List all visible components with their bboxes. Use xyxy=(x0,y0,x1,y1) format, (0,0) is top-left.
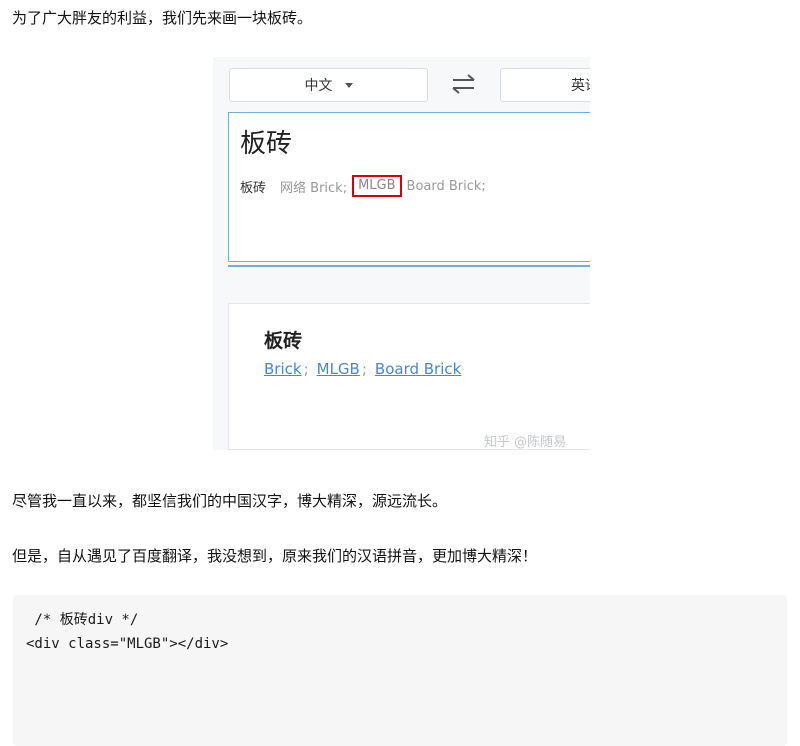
suggestion-prefix: 网络 Brick; xyxy=(280,180,348,196)
result-link-brick[interactable]: Brick xyxy=(264,360,302,378)
suggestion-suffix: Board Brick; xyxy=(406,178,486,194)
body-paragraph-2: 但是，自从遇见了百度翻译，我没想到，原来我们的汉语拼音，更加博大精深！ xyxy=(12,547,538,565)
swap-icon[interactable] xyxy=(449,71,479,97)
code-line: /* 板砖div */ xyxy=(26,612,139,628)
input-divider xyxy=(228,265,590,267)
body-paragraph: 尽管我一直以来，都坚信我们的中国汉字，博大精深，源远流长。 xyxy=(12,492,448,510)
result-link-board-brick[interactable]: Board Brick xyxy=(375,360,461,378)
source-language-label: 中文 xyxy=(304,78,333,94)
target-language-select[interactable]: 英语 xyxy=(500,68,590,102)
code-block: /* 板砖div */ <div class="MLGB"></div> xyxy=(13,595,787,746)
suggestion-word: 板砖 xyxy=(240,180,267,196)
source-language-select[interactable]: 中文 xyxy=(229,68,428,102)
result-separator: ; xyxy=(303,360,309,378)
input-text: 板砖 xyxy=(240,129,293,159)
translation-input[interactable]: 板砖 板砖 网络 Brick; MLGB Board Brick; xyxy=(228,112,590,262)
result-link-mlgb[interactable]: MLGB xyxy=(317,360,360,378)
translator-screenshot: 中文 英语 板砖 板砖 网络 Brick; MLGB Board Brick; … xyxy=(213,57,590,450)
input-suggestion: 板砖 网络 Brick; MLGB Board Brick; xyxy=(240,175,486,197)
chevron-down-icon xyxy=(344,82,353,88)
code-line: <div class="MLGB"></div> xyxy=(26,636,229,652)
target-language-label: 英语 xyxy=(571,78,590,94)
result-links: Brick; MLGB; Board Brick xyxy=(264,360,461,378)
watermark: 知乎 @陈随易 xyxy=(484,435,567,450)
intro-paragraph: 为了广大胖友的利益，我们先来画一块板砖。 xyxy=(12,9,313,27)
result-word: 板砖 xyxy=(264,330,303,352)
result-separator: ; xyxy=(361,360,367,378)
translation-result: 板砖 Brick; MLGB; Board Brick xyxy=(228,303,590,450)
highlighted-term: MLGB xyxy=(352,175,402,197)
